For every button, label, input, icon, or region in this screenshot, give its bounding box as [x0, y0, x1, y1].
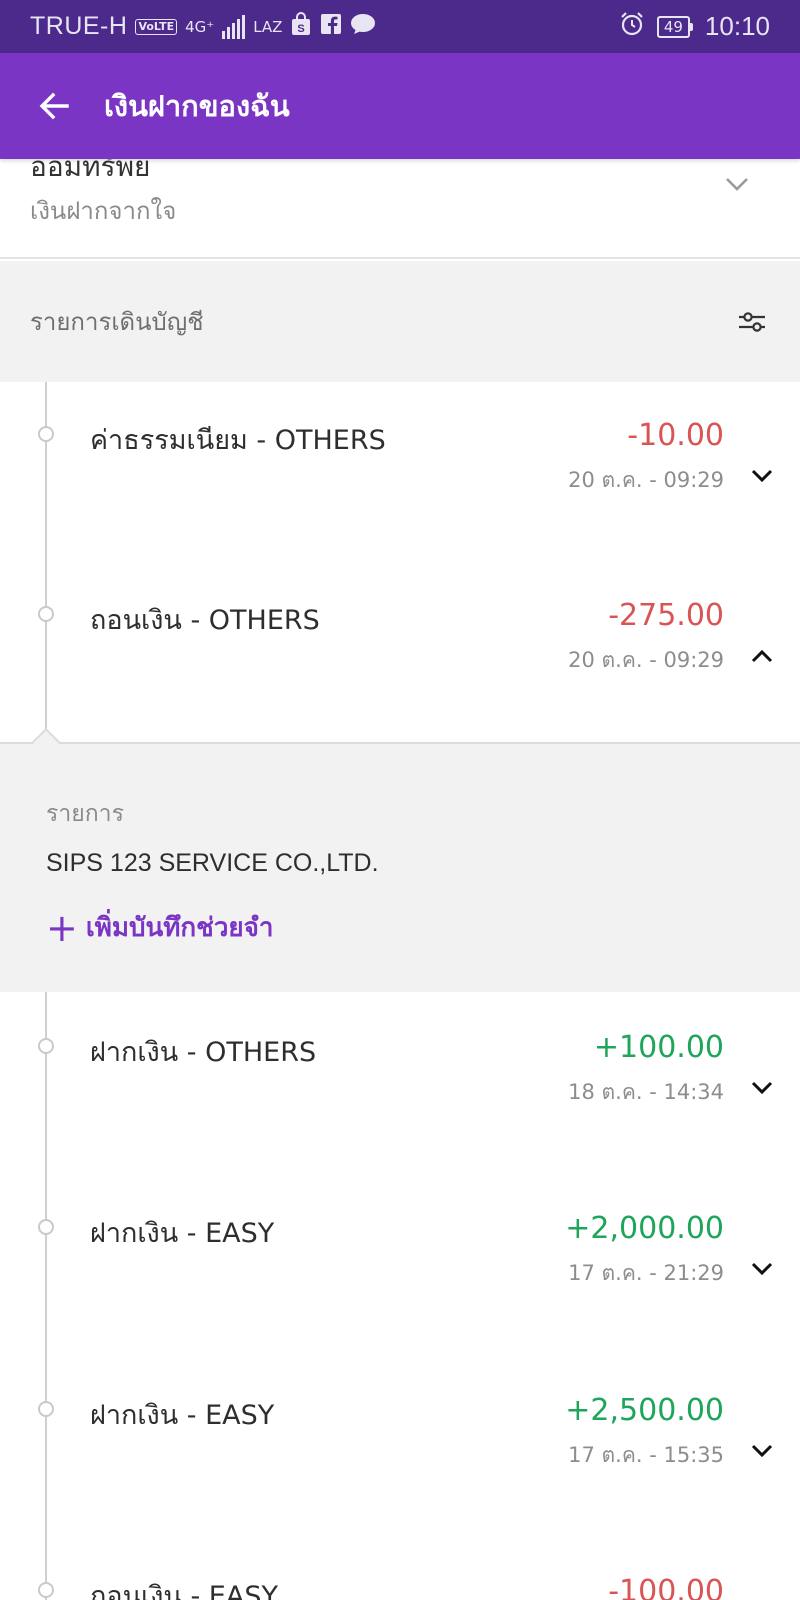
chevron-down-icon[interactable]: [748, 1437, 776, 1465]
transaction-title: ถอนเงิน - EASY: [90, 1581, 278, 1600]
timeline-dot: [38, 606, 54, 622]
transaction-time: 17 ต.ค. - 15:35: [568, 1443, 724, 1467]
transaction-row[interactable]: ค่าธรรมเนียม - OTHERS -10.00 20 ต.ค. - 0…: [0, 382, 800, 562]
transaction-amount: +2,500.00: [565, 1393, 724, 1428]
transaction-row[interactable]: ถอนเงิน - OTHERS -275.00 20 ต.ค. - 09:29: [0, 562, 800, 742]
transaction-time: 18 ต.ค. - 14:34: [568, 1080, 724, 1104]
filter-button[interactable]: [734, 304, 770, 340]
alarm-icon: [619, 11, 645, 43]
transaction-amount: -10.00: [627, 418, 724, 453]
detail-value: SIPS 123 SERVICE CO.,LTD.: [46, 849, 379, 877]
transaction-list: ค่าธรรมเนียม - OTHERS -10.00 20 ต.ค. - 0…: [0, 382, 800, 1600]
transaction-detail-panel: รายการ SIPS 123 SERVICE CO.,LTD. + เพิ่ม…: [0, 727, 800, 992]
laz-icon: LAZ: [253, 17, 283, 36]
back-button[interactable]: [36, 88, 72, 124]
transaction-row[interactable]: ฝากเงิน - EASY +2,000.00 17 ต.ค. - 21:29: [0, 1175, 800, 1355]
battery-level: 49: [656, 15, 690, 38]
network-type: 4G⁺: [185, 17, 215, 36]
transaction-amount: +2,000.00: [565, 1211, 724, 1246]
timeline-dot: [38, 1219, 54, 1235]
timeline-dot: [38, 426, 54, 442]
add-note-label: เพิ่มบันทึกช่วยจำ: [85, 913, 274, 943]
chevron-up-icon[interactable]: [748, 642, 776, 670]
transaction-time: 20 ต.ค. - 09:29: [568, 648, 724, 672]
timeline-dot: [38, 1038, 54, 1054]
plus-icon: +: [46, 905, 78, 950]
transaction-title: ฝากเงิน - EASY: [90, 1218, 275, 1249]
chevron-down-icon[interactable]: [722, 169, 752, 199]
transaction-row[interactable]: ฝากเงิน - OTHERS +100.00 18 ต.ค. - 14:34: [0, 994, 800, 1174]
svg-text:S: S: [298, 23, 305, 35]
timeline-dot: [38, 1401, 54, 1417]
volte-icon: VoLTE: [135, 18, 178, 35]
timeline-dot: [38, 1582, 54, 1598]
transaction-title: ค่าธรรมเนียม - OTHERS: [90, 425, 386, 456]
transaction-title: ฝากเงิน - OTHERS: [90, 1037, 317, 1068]
battery-icon: 49: [656, 15, 693, 38]
add-note-button[interactable]: + เพิ่มบันทึกช่วยจำ: [46, 907, 273, 948]
chevron-down-icon[interactable]: [748, 462, 776, 490]
transaction-row[interactable]: ถอนเงิน - EASY -100.00: [0, 1538, 800, 1600]
account-name: ออมทรัพย์: [30, 159, 151, 183]
detail-label: รายการ: [46, 801, 124, 827]
statement-header: รายการเดินบัญชี: [0, 261, 800, 382]
transaction-row[interactable]: ฝากเงิน - EASY +2,500.00 17 ต.ค. - 15:35: [0, 1357, 800, 1537]
app-bar: เงินฝากของฉัน: [0, 53, 800, 159]
transaction-title: ถอนเงิน - OTHERS: [90, 605, 320, 636]
status-bar: TRUE-H VoLTE 4G⁺ LAZ S 49 10:10: [0, 0, 800, 53]
shopping-bag-icon: S: [290, 11, 312, 42]
chat-icon: [350, 13, 376, 41]
transaction-amount: -100.00: [608, 1574, 724, 1600]
transaction-amount: +100.00: [593, 1030, 724, 1065]
statement-title: รายการเดินบัญชี: [30, 308, 204, 336]
transaction-time: 17 ต.ค. - 21:29: [568, 1261, 724, 1285]
sliders-icon: [739, 311, 765, 332]
arrow-left-icon: [39, 92, 69, 120]
transaction-title: ฝากเงิน - EASY: [90, 1400, 275, 1431]
carrier-name: TRUE-H: [30, 12, 128, 40]
signal-icon: [222, 14, 246, 39]
chevron-down-icon[interactable]: [748, 1255, 776, 1283]
clock: 10:10: [704, 11, 770, 41]
account-selector[interactable]: ออมทรัพย์ เงินฝากจากใจ: [0, 159, 800, 259]
page-title: เงินฝากของฉัน: [104, 89, 290, 123]
facebook-icon: [320, 13, 342, 41]
transaction-time: 20 ต.ค. - 09:29: [568, 468, 724, 492]
account-nickname: เงินฝากจากใจ: [30, 197, 177, 225]
chevron-down-icon[interactable]: [748, 1074, 776, 1102]
transaction-amount: -275.00: [608, 598, 724, 633]
